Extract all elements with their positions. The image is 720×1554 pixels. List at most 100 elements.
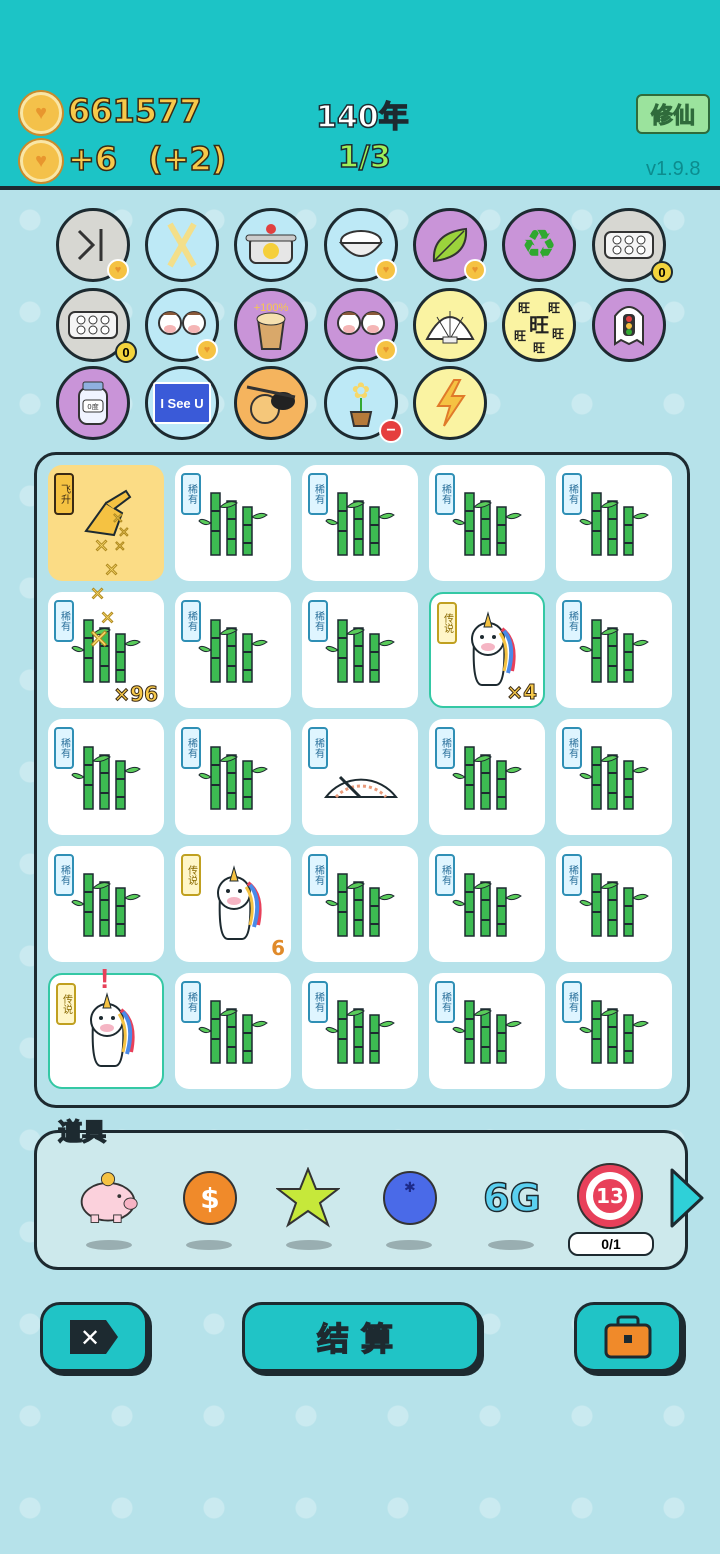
rarity-tag: 稀有 (181, 600, 201, 642)
blue-ball-icon[interactable]: ✱ (378, 1166, 442, 1230)
next-arrow-icon[interactable] (668, 1166, 706, 1235)
svg-text:✕: ✕ (80, 1324, 100, 1352)
milk-tea-icon[interactable]: +100% (234, 288, 308, 362)
rarity-tag: 稀有 (435, 854, 455, 896)
unicorn-tile[interactable]: 传说 6 (175, 846, 291, 962)
shell-icon[interactable] (413, 288, 487, 362)
coin-icon: ♥ (20, 92, 62, 134)
heart-badge-icon: ♥ (196, 339, 218, 361)
rarity-tag: 稀有 (308, 727, 328, 769)
bamboo-tile[interactable]: 稀有 (429, 465, 545, 581)
alert-icon: ! (100, 963, 110, 994)
bamboo-tile[interactable]: 稀有 (429, 719, 545, 835)
bamboo-tile[interactable]: ✕ ✕ ✕ ✕ ✕ 稀有 ×96 (48, 536, 164, 708)
bamboo-tile[interactable]: 稀有 (302, 465, 418, 581)
settle-label: 结算 (316, 1319, 405, 1359)
svg-text:旺: 旺 (548, 301, 560, 315)
income-coin-icon: ♥ (20, 140, 62, 182)
bamboo-tile[interactable]: 稀有 (556, 465, 672, 581)
rarity-tag: 稀有 (562, 600, 582, 642)
tools-title: 道具 (57, 1117, 107, 1147)
bamboo-tile[interactable]: 稀有 (429, 846, 545, 962)
tool-shadow (386, 1240, 432, 1250)
bamboo-tile[interactable]: 稀有 (302, 973, 418, 1089)
piggy-bank-icon[interactable] (76, 1166, 140, 1230)
chopsticks-icon[interactable] (145, 208, 219, 282)
rarity-tag: 稀有 (54, 600, 74, 642)
rarity-tag: 传说 (181, 854, 201, 896)
close-icon: ✕ (70, 1320, 118, 1354)
potted-flower-icon[interactable]: ✿ − (324, 366, 403, 443)
item-count-badge: 0 (115, 341, 137, 363)
target-icon[interactable]: 13 (576, 1162, 644, 1230)
i-see-u-icon[interactable]: I See U (145, 366, 219, 440)
item-count-badge: 0 (651, 261, 673, 283)
bag-button[interactable] (574, 1302, 682, 1372)
6g-icon[interactable]: 6G (476, 1166, 548, 1230)
svg-text:旺: 旺 (533, 341, 545, 355)
round-progress: 1/3 (337, 139, 391, 176)
tool-shadow (488, 1240, 534, 1250)
cow-pair-icon[interactable]: ♥ (145, 288, 219, 362)
heart-badge-icon: ♥ (375, 339, 397, 361)
cooking-pot-icon[interactable] (234, 208, 308, 282)
bamboo-tile[interactable]: 稀有 (556, 973, 672, 1089)
rice-bowl-icon[interactable]: ♥ (324, 208, 398, 282)
target-counter: 0/1 (568, 1232, 654, 1256)
rarity-tag: 稀有 (308, 854, 328, 896)
rarity-tag: 稀有 (435, 981, 455, 1023)
traffic-light-ghost-icon[interactable] (592, 288, 666, 362)
rarity-tag: 稀有 (308, 981, 328, 1023)
year-counter: 140年 (315, 99, 409, 136)
version-label: v1.9.8 (646, 158, 701, 180)
skip-icon[interactable]: ♥ (56, 208, 130, 282)
wang-text-icon[interactable]: 旺 旺 旺 旺 旺 旺 (502, 288, 576, 362)
stack-count: ×4 (506, 680, 538, 705)
svg-text:旺: 旺 (518, 301, 530, 315)
rarity-tag: 稀有 (435, 473, 455, 515)
bamboo-tile[interactable]: 稀有 (302, 592, 418, 708)
star-icon[interactable] (276, 1166, 340, 1230)
svg-text:$: $ (200, 1182, 219, 1215)
bamboo-tile[interactable]: 稀有 (302, 846, 418, 962)
lightning-icon[interactable] (413, 366, 487, 440)
svg-text:旺: 旺 (552, 327, 564, 341)
bamboo-tile[interactable]: 稀有 (175, 592, 291, 708)
leaf-icon[interactable]: ♥ (413, 208, 487, 282)
rarity-tag: 稀有 (435, 727, 455, 769)
rarity-tag: 飞升 (54, 473, 74, 515)
recycle-icon[interactable]: ♻ (502, 208, 576, 282)
dollar-coin-icon[interactable]: $ (178, 1166, 242, 1230)
svg-text:+100%: +100% (254, 302, 289, 314)
settle-button[interactable]: 结算 (242, 1302, 480, 1372)
bamboo-tile[interactable]: 稀有 (556, 592, 672, 708)
bamboo-tile[interactable]: 稀有 (48, 846, 164, 962)
unicorn-tile[interactable]: 传说 ×4 (429, 592, 545, 708)
eyepatch-egg-icon[interactable] (234, 366, 308, 440)
gauge-tile[interactable]: 稀有 (302, 719, 418, 835)
close-button[interactable]: ✕ (40, 1302, 148, 1372)
bamboo-tile[interactable]: 稀有 (175, 465, 291, 581)
rarity-tag: 稀有 (562, 854, 582, 896)
unicorn-tile[interactable]: ! 传说 (48, 963, 164, 1089)
income-bonus: (+2) (147, 139, 227, 179)
jar-icon[interactable]: 0度 (56, 366, 130, 440)
bamboo-tile[interactable]: 稀有 (48, 719, 164, 835)
briefcase-icon (604, 1315, 652, 1359)
bamboo-tile[interactable]: 稀有 (556, 846, 672, 962)
heart-badge-icon: ♥ (375, 259, 397, 281)
bamboo-tile[interactable]: 稀有 (429, 973, 545, 1089)
svg-text:旺: 旺 (514, 329, 526, 343)
egg-tray-icon[interactable]: 0 (592, 208, 673, 283)
egg-tray-icon[interactable]: 0 (56, 288, 137, 363)
rarity-tag: 稀有 (181, 727, 201, 769)
rarity-tag: 传说 (56, 983, 76, 1025)
bamboo-tile[interactable]: 稀有 (556, 719, 672, 835)
bamboo-tile[interactable]: 稀有 (175, 973, 291, 1089)
heart-badge-icon: ♥ (464, 259, 486, 281)
6g-label: 6G (482, 1175, 541, 1221)
svg-text:旺: 旺 (529, 313, 549, 337)
cultivate-button[interactable]: 修仙 (636, 94, 710, 134)
cow-pair-icon[interactable]: ♥ (324, 288, 398, 362)
bamboo-tile[interactable]: 稀有 (175, 719, 291, 835)
